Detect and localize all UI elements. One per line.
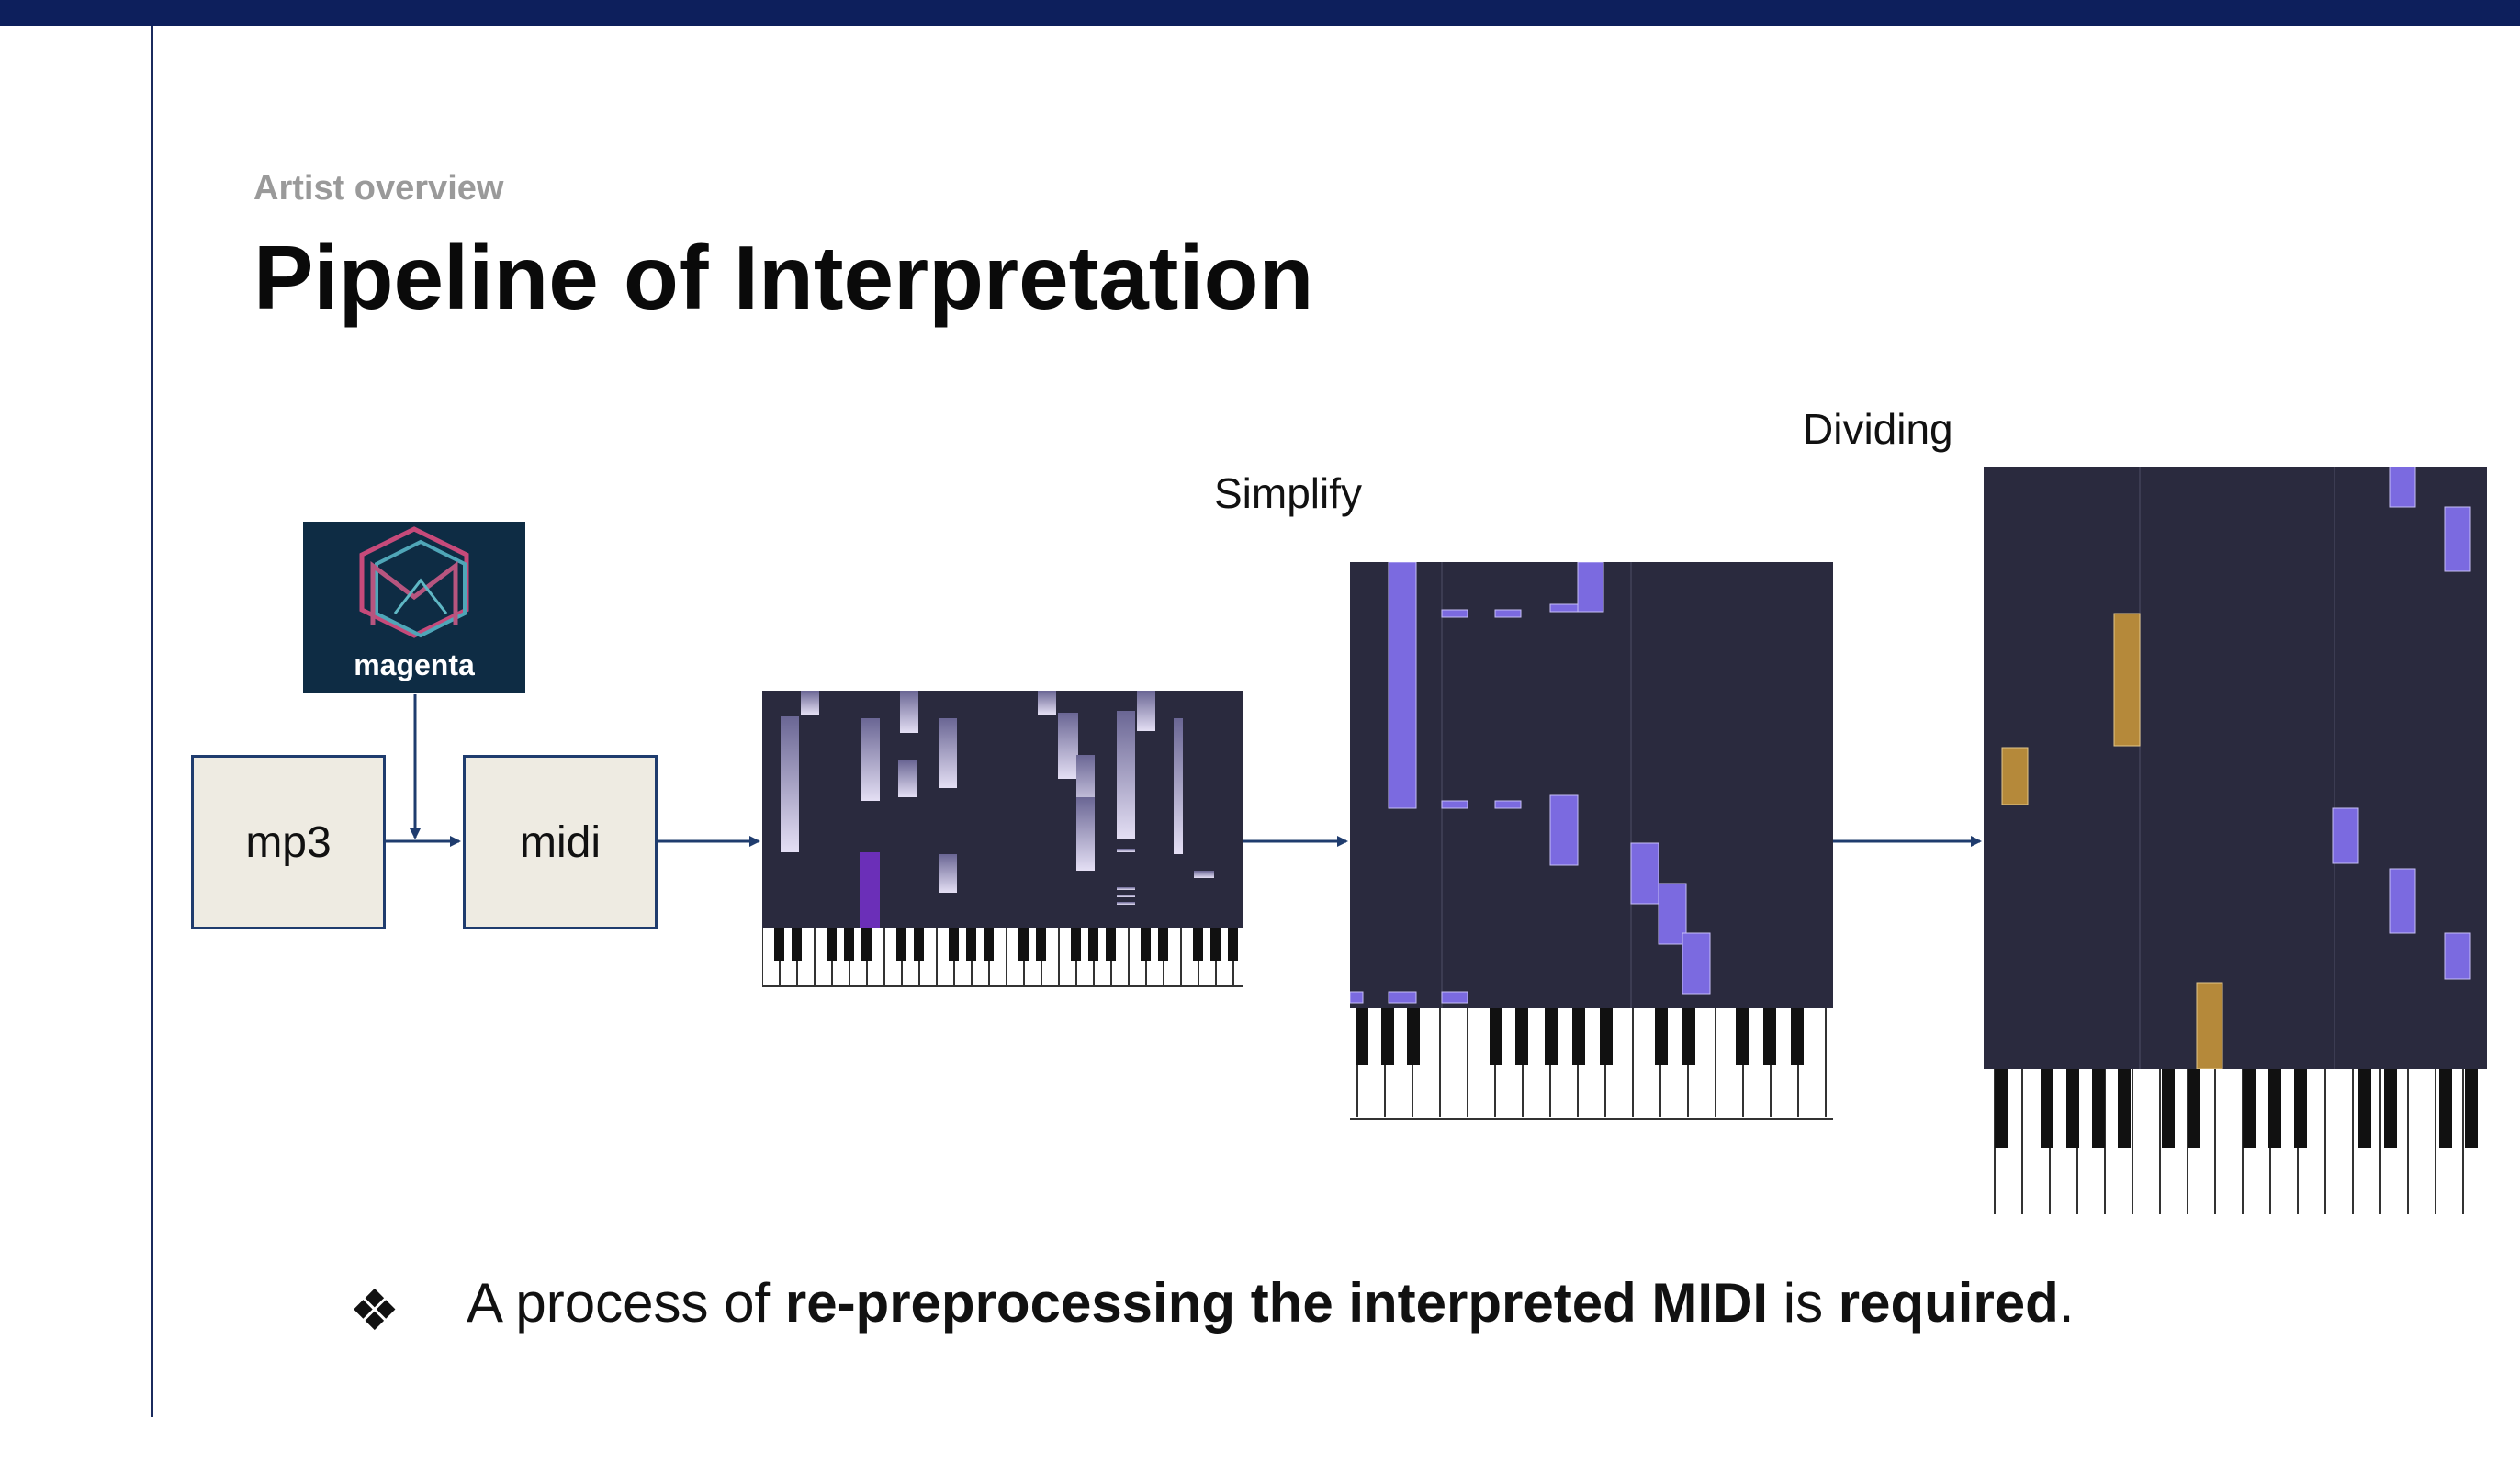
bullet-suffix: .: [2058, 1272, 2075, 1334]
stage-label-dividing: Dividing: [1803, 405, 1953, 453]
bullet-middle: is: [1768, 1272, 1839, 1334]
midi-label: midi: [519, 817, 601, 867]
four-diamond-bullet-icon: ❖: [349, 1279, 400, 1343]
bullet-bold-phrase: re-preprocessing the interpreted MIDI: [784, 1272, 1769, 1334]
bullet-bold-required: required: [1838, 1272, 2059, 1334]
bullet-text: A process of re-preprocessing the interp…: [467, 1271, 2074, 1334]
midi-box: midi: [463, 755, 658, 929]
mp3-box: mp3: [191, 755, 386, 929]
top-banner: [0, 0, 2520, 26]
logo-text: magenta: [354, 648, 475, 681]
section-label: Artist overview: [253, 169, 504, 208]
stage-label-simplify: Simplify: [1214, 469, 1363, 517]
mp3-label: mp3: [245, 817, 332, 867]
interpreted-piano-roll: [762, 691, 1243, 992]
bullet-prefix: A process of: [467, 1272, 785, 1334]
magenta-logo-icon: magenta: [303, 522, 525, 693]
divided-piano-roll: [1984, 467, 2487, 1216]
page-title: Pipeline of Interpretation: [253, 227, 1314, 328]
left-rule: [151, 26, 153, 1417]
simplified-piano-roll: [1350, 562, 1833, 1122]
